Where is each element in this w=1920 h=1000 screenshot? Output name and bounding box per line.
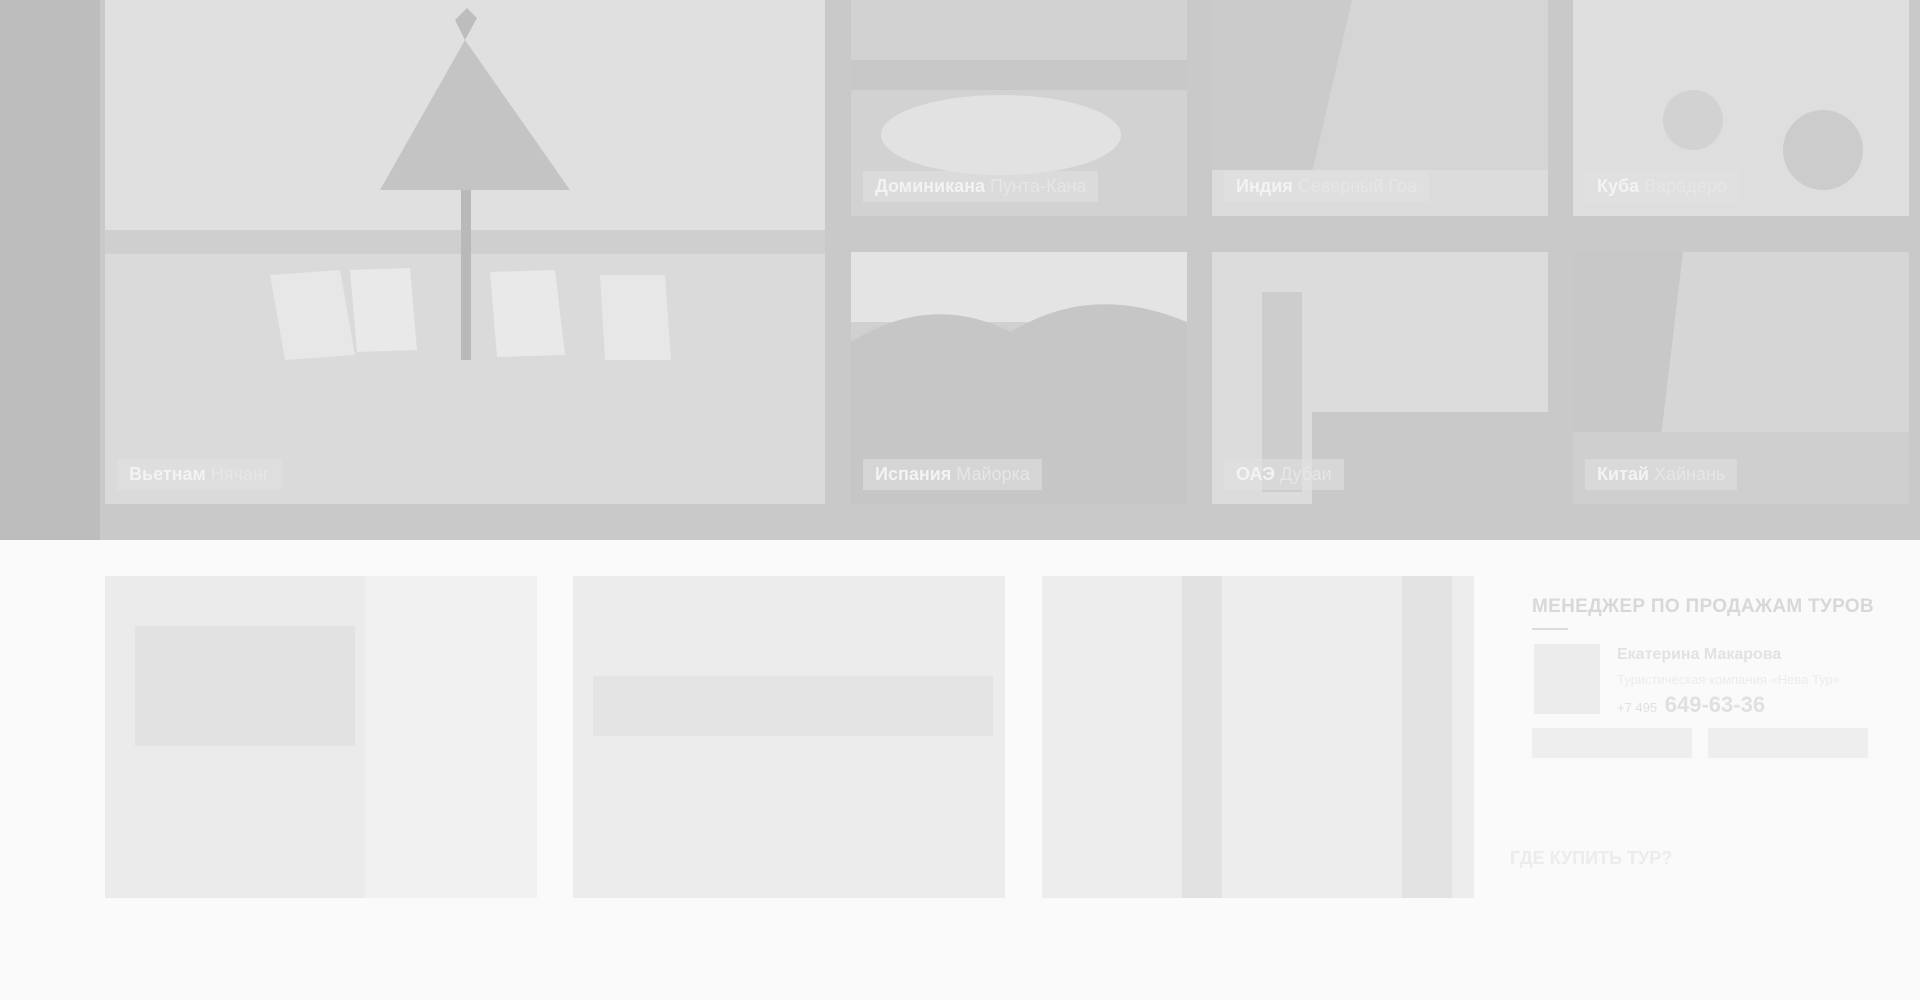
destination-tile-india[interactable]: Индия Северный Гоа [1212, 0, 1548, 216]
destination-resort: Хайнань [1653, 464, 1726, 484]
destination-country: Доминикана [875, 176, 986, 196]
destination-resort: Дубаи [1279, 464, 1332, 484]
destination-tile-uae[interactable]: ОАЭ Дубаи [1212, 252, 1548, 504]
phone-prefix: +7 495 [1617, 700, 1658, 715]
destination-tile-dominicana[interactable]: Доминикана Пунта-Кана [851, 0, 1187, 216]
hall-image [573, 576, 1005, 898]
destinations-gallery: Вьетнам Нячанг Доминикана Пунта-Кана Инд… [0, 0, 1920, 540]
destination-caption: Китай Хайнань [1585, 459, 1738, 490]
destination-country: ОАЭ [1236, 464, 1275, 484]
destination-caption: Доминикана Пунта-Кана [863, 171, 1099, 202]
article-card[interactable] [105, 576, 537, 898]
destination-resort: Нячанг [210, 464, 270, 484]
destination-tile-china[interactable]: Китай Хайнань [1573, 252, 1909, 504]
beach-umbrella-image [105, 0, 825, 504]
destination-resort: Северный Гоа [1297, 176, 1417, 196]
heading-underline [1532, 628, 1568, 630]
destination-tile-cuba[interactable]: Куба Варадеро [1573, 0, 1909, 216]
destination-country: Испания [875, 464, 952, 484]
destination-tile-spain[interactable]: Испания Майорка [851, 252, 1187, 504]
destination-caption: Куба Варадеро [1585, 171, 1739, 202]
destination-resort: Майорка [956, 464, 1030, 484]
avatar [1534, 644, 1600, 714]
destination-resort: Варадеро [1644, 176, 1727, 196]
manager-company: Туристическая компания «Нева Тур» [1617, 672, 1840, 687]
manager-name: Екатерина Макарова [1617, 646, 1782, 663]
destination-tile-vietnam[interactable]: Вьетнам Нячанг [105, 0, 825, 504]
lower-section: МЕНЕДЖЕР ПО ПРОДАЖАМ ТУРОВ Екатерина Мак… [0, 540, 1920, 1000]
article-card[interactable] [1042, 576, 1474, 898]
article-card[interactable] [573, 576, 1005, 898]
write-button[interactable] [1708, 728, 1868, 758]
restaurant-image [1042, 576, 1474, 898]
destination-country: Китай [1597, 464, 1649, 484]
destination-resort: Пунта-Кана [990, 176, 1087, 196]
destination-country: Вьетнам [129, 464, 206, 484]
destination-caption: ОАЭ Дубаи [1224, 459, 1344, 490]
manager-heading: МЕНЕДЖЕР ПО ПРОДАЖАМ ТУРОВ [1532, 596, 1874, 617]
destination-caption: Индия Северный Гоа [1224, 171, 1429, 202]
destination-caption: Испания Майорка [863, 459, 1042, 490]
destination-caption: Вьетнам Нячанг [117, 459, 282, 490]
destination-country: Куба [1597, 176, 1640, 196]
manager-phone[interactable]: +7 495 649-63-36 [1617, 692, 1765, 718]
where-to-buy-heading: ГДЕ КУПИТЬ ТУР? [1510, 848, 1673, 868]
office-image [105, 576, 537, 898]
call-button[interactable] [1532, 728, 1692, 758]
sales-manager-widget: МЕНЕДЖЕР ПО ПРОДАЖАМ ТУРОВ Екатерина Мак… [1510, 576, 1900, 766]
destination-country: Индия [1236, 176, 1293, 196]
gallery-left-shade [0, 0, 100, 540]
phone-number: 649-63-36 [1664, 692, 1766, 717]
